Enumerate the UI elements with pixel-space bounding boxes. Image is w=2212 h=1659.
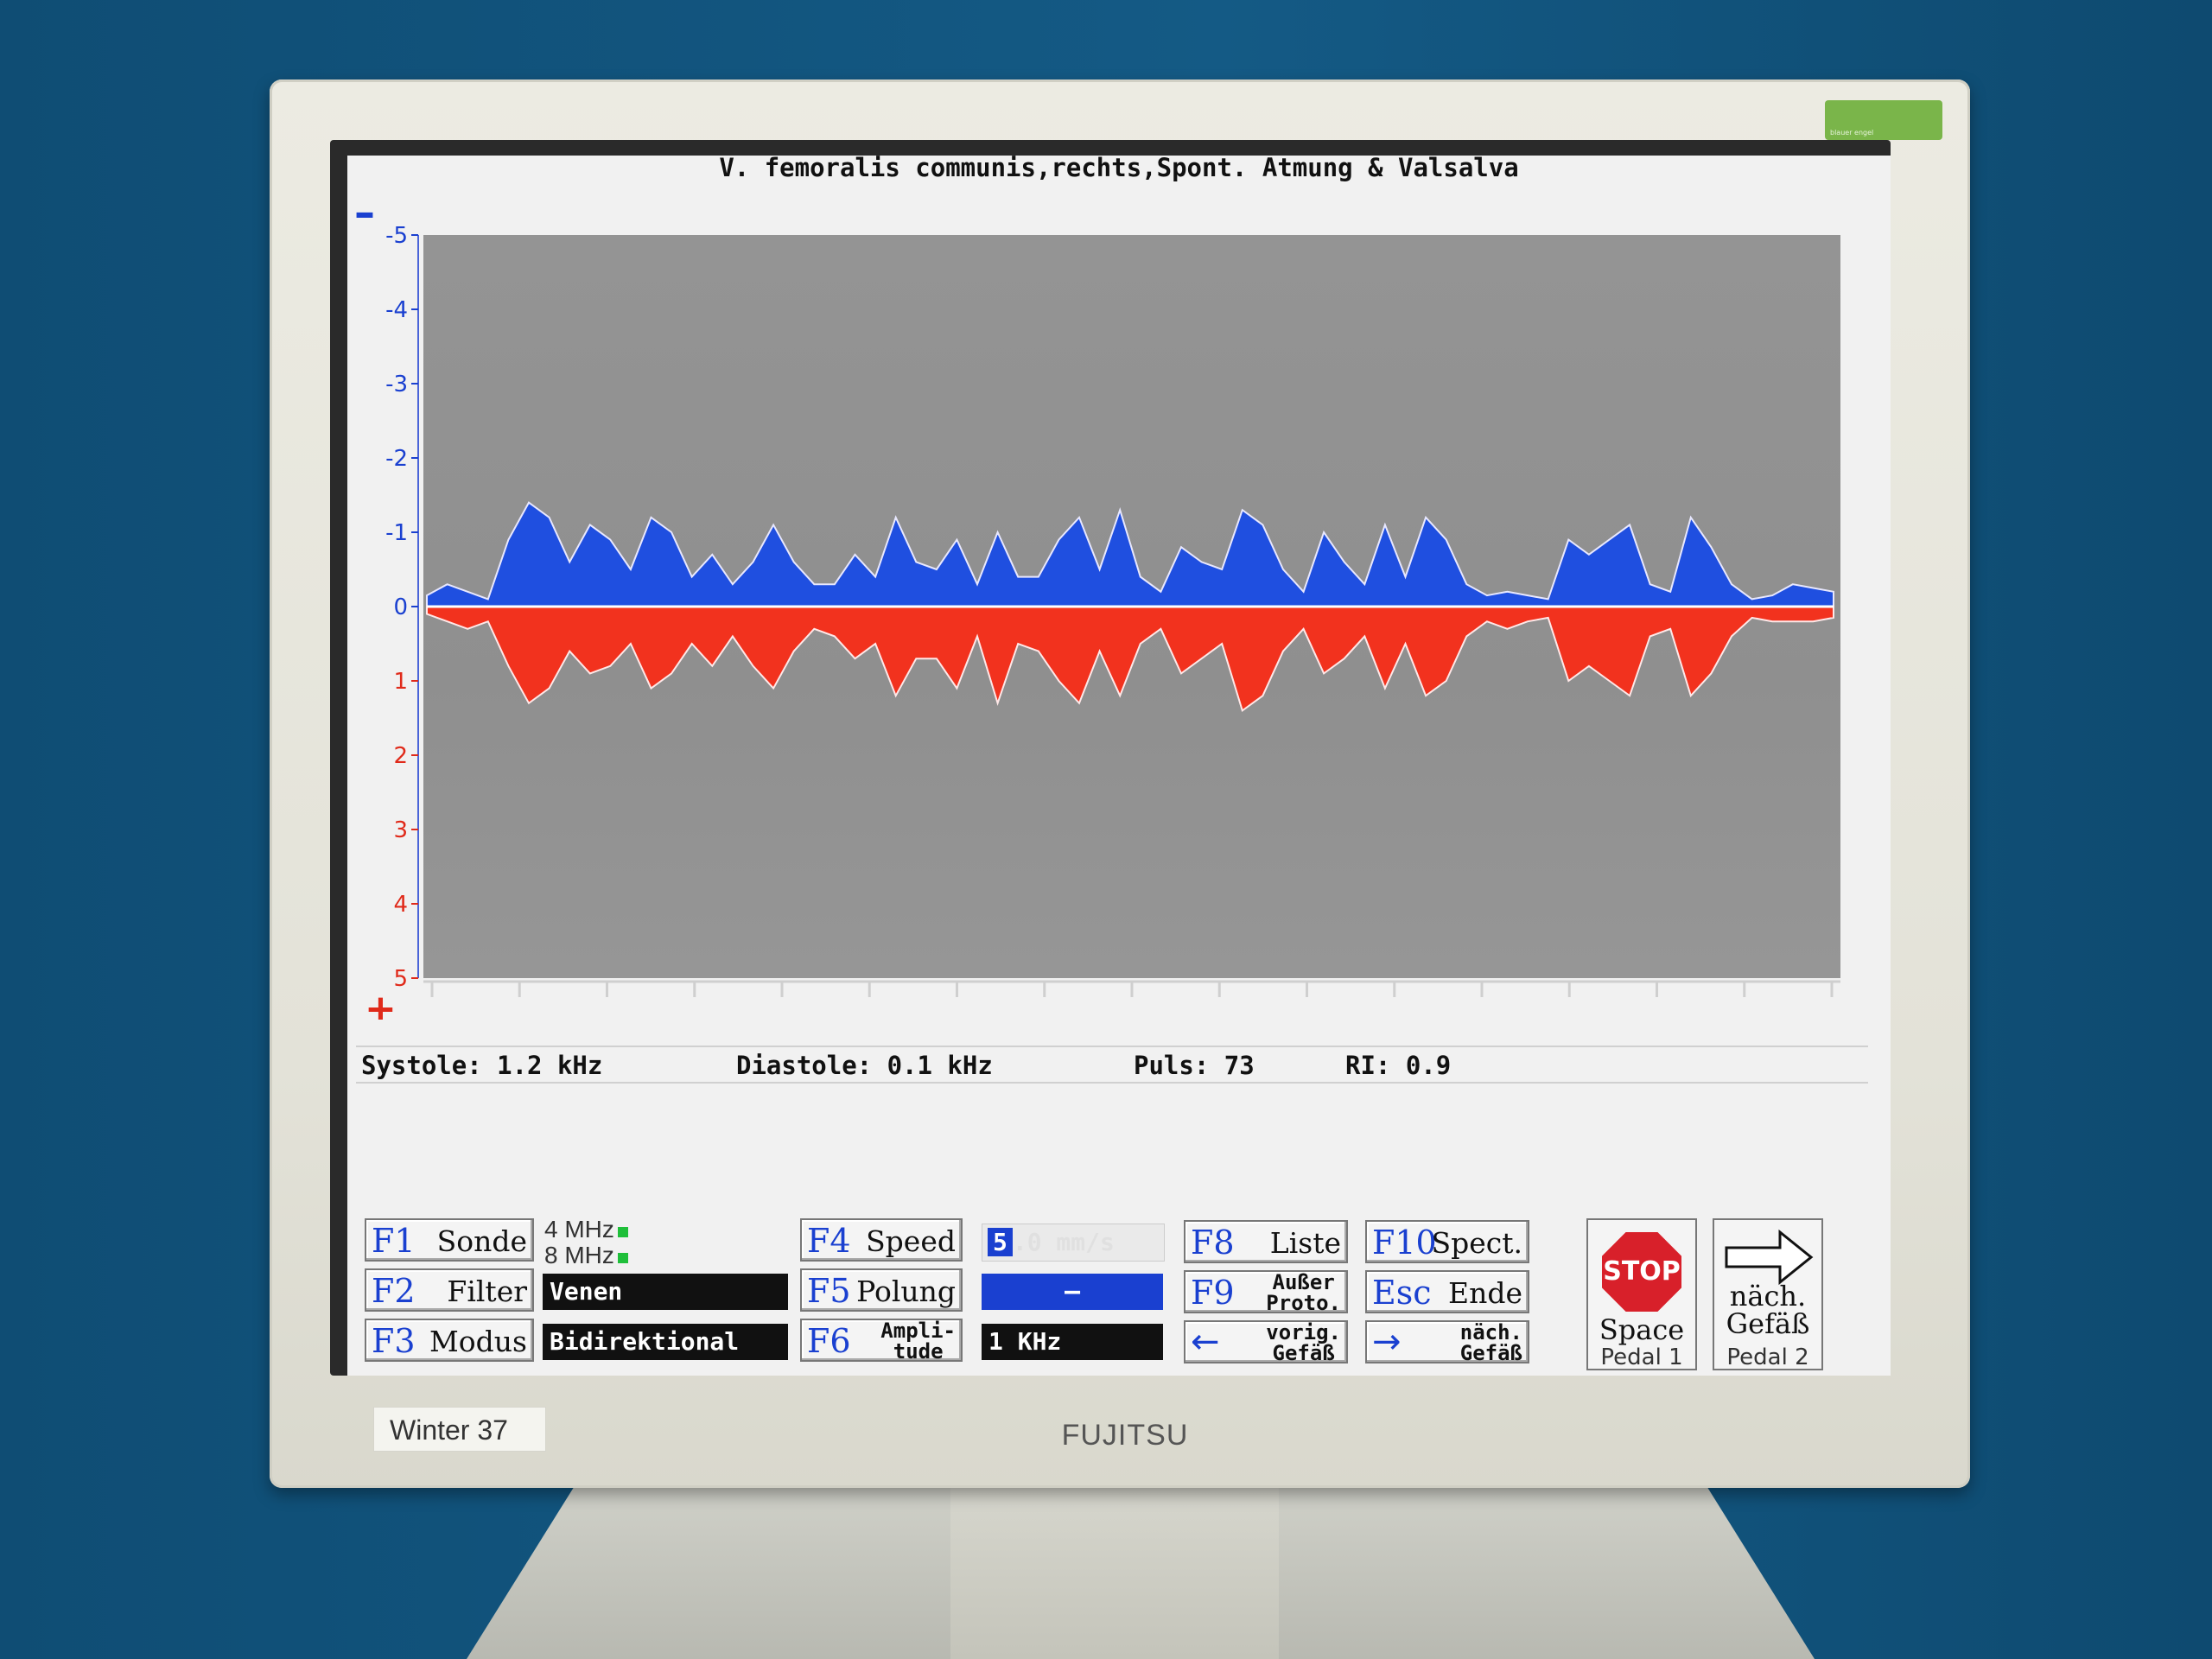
stop-label: Space [1599, 1313, 1685, 1346]
f3-key: F3 [372, 1322, 416, 1360]
f5-key: F5 [807, 1272, 851, 1310]
eco-label-icon: blauer engel [1825, 100, 1942, 140]
y-tick-label: 4 [393, 892, 408, 918]
f2-filter-button[interactable]: F2 Filter [365, 1268, 534, 1312]
f9-ausser-proto-button[interactable]: F9 Außer Proto. [1184, 1270, 1348, 1313]
arrow-left-icon: ← [1191, 1322, 1220, 1362]
forward-flow-area [426, 501, 1834, 607]
previous-vessel-button[interactable]: ← vorig. Gefäß [1184, 1320, 1348, 1363]
diastole-value: Diastole: 0.1 kHz [736, 1051, 993, 1080]
f4-label: Speed [866, 1224, 956, 1258]
f3-label: Modus [429, 1325, 527, 1358]
systole-value: Systole: 1.2 kHz [361, 1051, 603, 1080]
esc-ende-button[interactable]: Esc Ende [1365, 1270, 1529, 1313]
f3-modus-button[interactable]: F3 Modus [365, 1319, 534, 1362]
probe-4mhz-indicator-icon [617, 1227, 628, 1237]
f8-liste-button[interactable]: F8 Liste [1184, 1220, 1348, 1263]
f4-speed-button[interactable]: F4 Speed [800, 1218, 963, 1262]
pedal-1-label: Pedal 1 [1600, 1344, 1683, 1370]
pedal-2-label: Pedal 2 [1726, 1344, 1809, 1370]
y-tick-label: 3 [393, 817, 408, 843]
reverse-flow-area [426, 606, 1834, 713]
y-tick-label: -4 [385, 297, 408, 323]
doppler-screen: V. femoralis communis,rechts,Spont. Atmu… [347, 156, 1891, 1376]
f1-sonde-button[interactable]: F1 Sonde [365, 1218, 534, 1262]
f10-spect-button[interactable]: F10 Spect. [1365, 1220, 1529, 1263]
esc-label: Ende [1448, 1276, 1522, 1310]
esc-key: Esc [1372, 1274, 1432, 1312]
next-vessel-label: näch. Gefäß [1714, 1282, 1821, 1338]
next-vessel-line2: Gefäß [1726, 1307, 1810, 1340]
f5-label: Polung [856, 1274, 956, 1308]
f9-label-line2: Proto. [1266, 1291, 1341, 1313]
f6-label-line2: tude [893, 1339, 944, 1362]
arrow-right-icon: → [1372, 1322, 1402, 1362]
modus-value: Bidirektional [543, 1324, 788, 1360]
y-tick-label: -3 [385, 372, 408, 397]
probe-options: 4 MHz 8 MHz [544, 1217, 628, 1268]
doppler-chart: -5-4-3-2-1012345–+ [354, 188, 1840, 1020]
puls-value: Puls: 73 [1134, 1051, 1255, 1080]
filter-value: Venen [543, 1274, 788, 1310]
y-tick-label: -1 [385, 520, 408, 546]
f4-key: F4 [807, 1222, 851, 1260]
f10-label: Spect. [1431, 1226, 1523, 1260]
brand-logo: FUJITSU [1061, 1419, 1189, 1452]
y-tick-label: 2 [393, 743, 408, 769]
y-tick-label: 0 [393, 594, 408, 620]
f9-key: F9 [1191, 1274, 1235, 1312]
f6-amplitude-button[interactable]: F6 Ampli-tude [800, 1319, 963, 1362]
monitor-stand-neck [950, 1469, 1279, 1659]
previous-vessel-label: vorig. Gefäß [1266, 1322, 1341, 1363]
speed-value: 5.0 mm/s [982, 1224, 1165, 1262]
stop-sign-icon: STOP [1602, 1232, 1681, 1312]
f8-key: F8 [1191, 1224, 1235, 1262]
probe-8mhz: 8 MHz [544, 1242, 614, 1268]
f1-label: Sonde [436, 1224, 527, 1258]
speed-unit: .0 mm/s [1012, 1228, 1115, 1256]
y-tick-label: -2 [385, 446, 408, 472]
f1-key: F1 [372, 1222, 416, 1260]
polung-value: – [982, 1274, 1163, 1310]
f10-key: F10 [1372, 1224, 1437, 1262]
monitor-label: Winter 37 [373, 1407, 546, 1452]
y-tick-label: -5 [385, 223, 408, 249]
next-label-line2: Gefäß [1459, 1341, 1522, 1363]
prev-label-line2: Gefäß [1272, 1341, 1335, 1363]
probe-8mhz-indicator-icon [617, 1253, 628, 1263]
f8-label: Liste [1269, 1226, 1341, 1260]
stop-space-button[interactable]: STOP Space Pedal 1 [1586, 1218, 1697, 1370]
next-vessel-button[interactable]: näch. Gefäß Pedal 2 [1713, 1218, 1823, 1370]
f9-label: Außer Proto. [1266, 1272, 1341, 1313]
speed-digit: 5 [988, 1228, 1013, 1256]
y-tick-label: 1 [393, 669, 408, 695]
arrow-right-outline-icon [1725, 1229, 1814, 1286]
plus-marker-icon: + [365, 987, 397, 1020]
next-vessel-small-label: näch. Gefäß [1459, 1322, 1522, 1363]
amplitude-value: 1 KHz [982, 1324, 1163, 1360]
f6-label: Ampli-tude [880, 1320, 956, 1362]
minus-marker-icon: – [354, 188, 375, 237]
f5-polung-button[interactable]: F5 Polung [800, 1268, 963, 1312]
measurement-bar: Systole: 1.2 kHz Diastole: 0.1 kHz Puls:… [356, 1046, 1868, 1084]
ri-value: RI: 0.9 [1345, 1051, 1452, 1080]
f2-key: F2 [372, 1272, 416, 1310]
f6-key: F6 [807, 1322, 851, 1360]
next-vessel-small-button[interactable]: → näch. Gefäß [1365, 1320, 1529, 1363]
probe-4mhz: 4 MHz [544, 1216, 614, 1243]
f2-label: Filter [447, 1274, 527, 1308]
